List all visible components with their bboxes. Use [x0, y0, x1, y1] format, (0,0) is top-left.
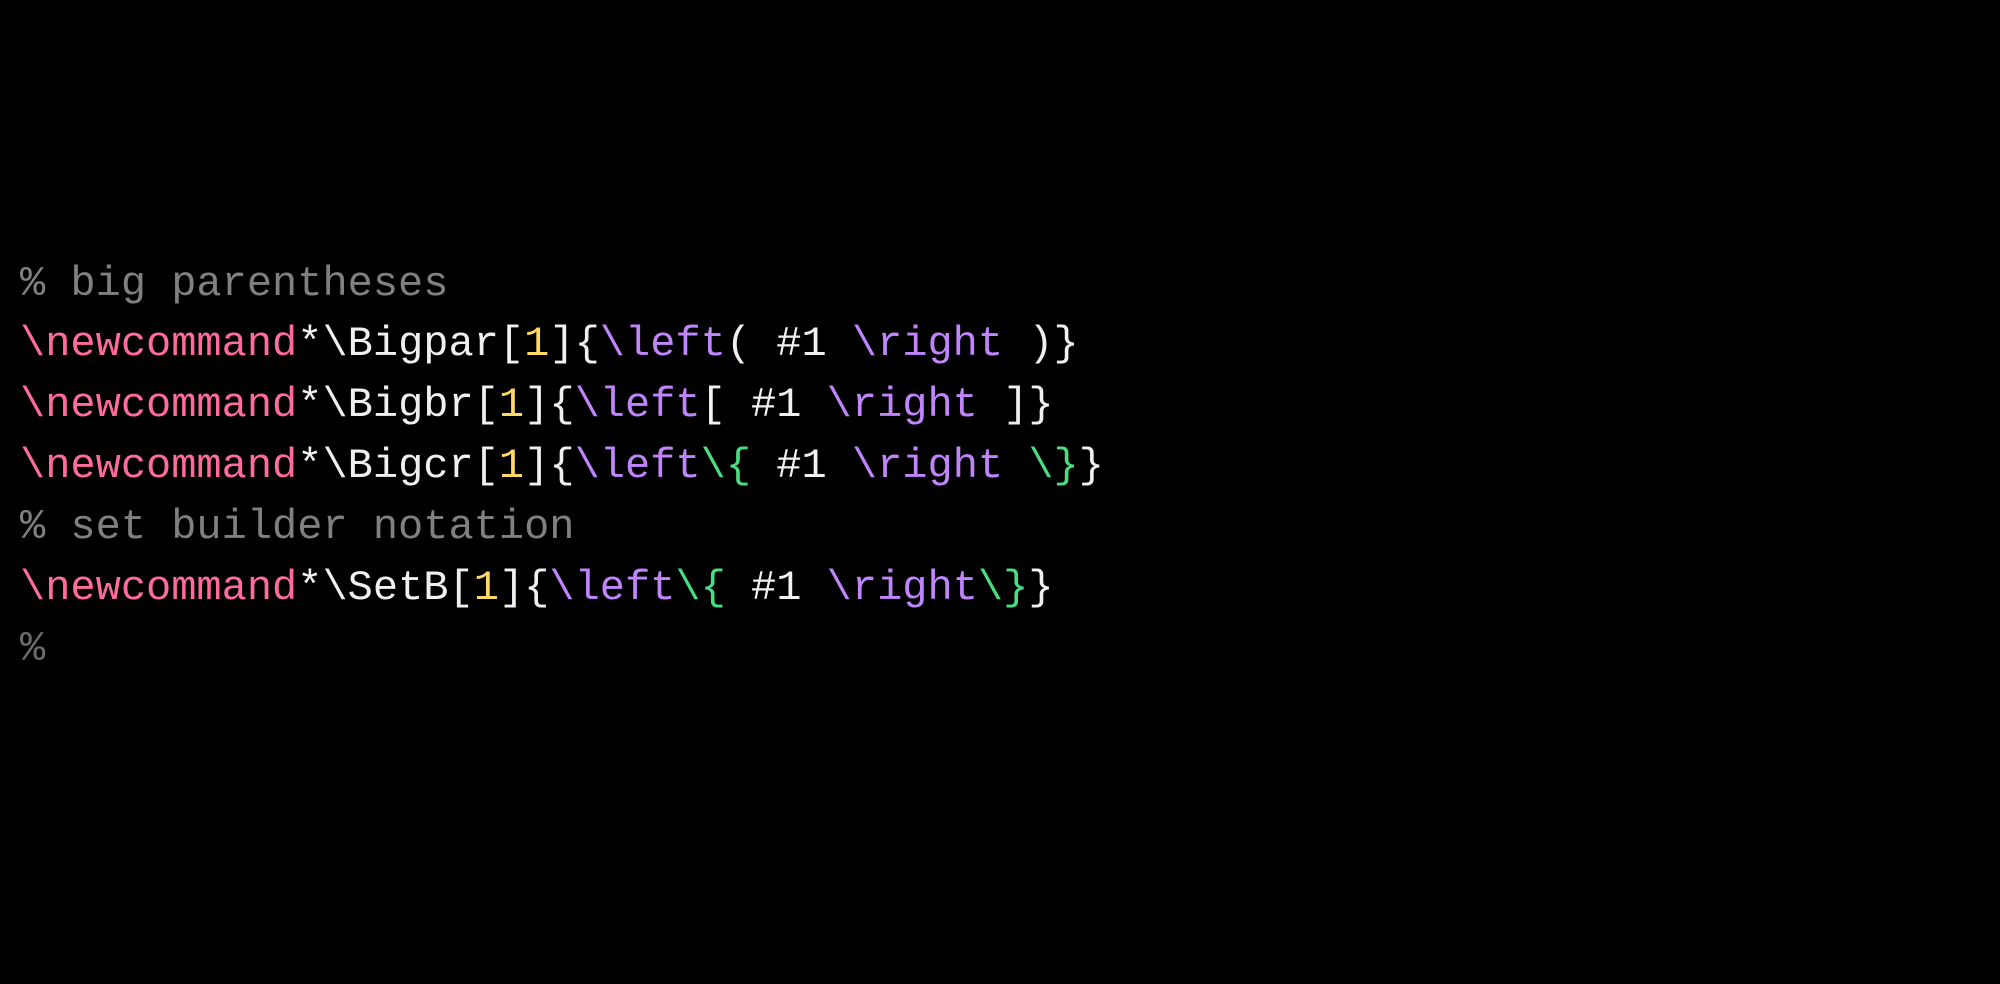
- arg-placeholder: #1: [776, 442, 852, 490]
- curly-open: {: [524, 564, 549, 612]
- bracket-close: ]: [499, 564, 524, 612]
- arg-number: 1: [524, 320, 549, 368]
- star-token: *: [297, 442, 322, 490]
- bracket-open: [: [449, 564, 474, 612]
- curly-close: }: [1054, 320, 1079, 368]
- latex-left: \left: [549, 564, 675, 612]
- bracket-open: [: [474, 442, 499, 490]
- code-editor[interactable]: % big parentheses\newcommand*\Bigpar[1]{…: [20, 254, 1980, 680]
- code-line-3: \newcommand*\Bigbr[1]{\left[ #1 \right ]…: [20, 375, 1980, 436]
- bracket-text: [: [701, 381, 751, 429]
- latex-left: \left: [575, 381, 701, 429]
- latex-right: \right: [852, 320, 1003, 368]
- comment-text: % big parentheses: [20, 260, 448, 308]
- partial-text: %: [20, 625, 45, 673]
- escaped-curly: \{: [675, 564, 725, 612]
- arg-placeholder: #1: [751, 381, 827, 429]
- code-line-4: \newcommand*\Bigcr[1]{\left\{ #1 \right …: [20, 436, 1980, 497]
- paren-close: ): [1003, 320, 1053, 368]
- latex-keyword: \newcommand: [20, 381, 297, 429]
- latex-keyword: \newcommand: [20, 442, 297, 490]
- latex-command: \Bigpar: [322, 320, 498, 368]
- bracket-close: ]: [524, 442, 549, 490]
- code-line-1: % big parentheses: [20, 254, 1980, 315]
- star-token: *: [297, 564, 322, 612]
- curly-close: }: [1028, 381, 1053, 429]
- latex-right: \right: [827, 564, 978, 612]
- latex-right: \right: [827, 381, 978, 429]
- latex-command: \Bigcr: [322, 442, 473, 490]
- escaped-curly: \{: [701, 442, 751, 490]
- space: [1003, 442, 1028, 490]
- curly-open: {: [549, 442, 574, 490]
- arg-number: 1: [499, 381, 524, 429]
- bracket-close: ]: [549, 320, 574, 368]
- bracket-open: [: [499, 320, 524, 368]
- latex-keyword: \newcommand: [20, 320, 297, 368]
- bracket-text: ]: [978, 381, 1028, 429]
- star-token: *: [297, 381, 322, 429]
- arg-placeholder: #1: [751, 564, 827, 612]
- arg-placeholder: #1: [776, 320, 852, 368]
- curly-close: }: [1028, 564, 1053, 612]
- curly-open: {: [575, 320, 600, 368]
- curly-close: }: [1079, 442, 1104, 490]
- code-line-5: % set builder notation: [20, 497, 1980, 558]
- arg-number: 1: [499, 442, 524, 490]
- latex-left: \left: [600, 320, 726, 368]
- latex-command: \Bigbr: [322, 381, 473, 429]
- code-line-6: \newcommand*\SetB[1]{\left\{ #1 \right\}…: [20, 558, 1980, 619]
- curly-open: {: [549, 381, 574, 429]
- code-line-7: %: [20, 619, 1980, 680]
- latex-left: \left: [575, 442, 701, 490]
- comment-text: % set builder notation: [20, 503, 575, 551]
- bracket-close: ]: [524, 381, 549, 429]
- bracket-open: [: [474, 381, 499, 429]
- latex-right: \right: [852, 442, 1003, 490]
- latex-command: \SetB: [322, 564, 448, 612]
- space: [751, 442, 776, 490]
- space: [726, 564, 751, 612]
- arg-number: 1: [474, 564, 499, 612]
- escaped-curly: \}: [1028, 442, 1078, 490]
- star-token: *: [297, 320, 322, 368]
- latex-keyword: \newcommand: [20, 564, 297, 612]
- paren-open: (: [726, 320, 776, 368]
- code-line-2: \newcommand*\Bigpar[1]{\left( #1 \right …: [20, 314, 1980, 375]
- escaped-curly: \}: [978, 564, 1028, 612]
